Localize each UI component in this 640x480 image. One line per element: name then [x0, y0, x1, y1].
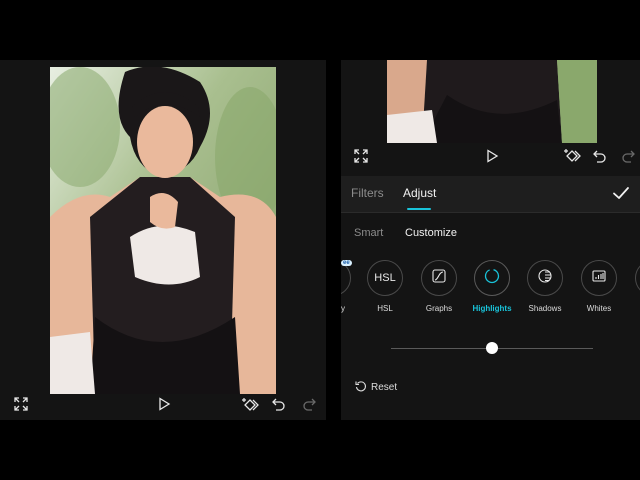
fullscreen-icon[interactable] [14, 397, 28, 411]
adjust-slider-thumb[interactable] [486, 342, 498, 354]
mode-customize[interactable]: Customize [405, 227, 457, 239]
active-tab-indicator [407, 208, 431, 210]
keyframe-icon[interactable] [563, 148, 581, 164]
undo-icon[interactable] [272, 397, 286, 411]
whites-icon [592, 269, 606, 288]
left-editor-panel [0, 60, 326, 420]
tool-label: y [341, 304, 345, 313]
tool-hsl[interactable]: HSL HSL [365, 260, 405, 313]
photo-canvas[interactable] [50, 67, 276, 394]
redo-icon[interactable] [621, 149, 635, 163]
play-icon[interactable] [157, 397, 171, 411]
tab-filters[interactable]: Filters [351, 186, 384, 200]
fullscreen-icon[interactable] [354, 149, 368, 163]
tool-label: Whites [586, 304, 612, 313]
tool-graphs[interactable]: Graphs [419, 260, 459, 313]
reset-button[interactable]: Reset [355, 380, 397, 395]
tool-shadows[interactable]: Shadows [525, 260, 565, 313]
tab-adjust[interactable]: Adjust [403, 186, 436, 200]
right-adjust-panel: Filters Adjust Smart Customize y ee HSL … [341, 60, 640, 420]
tool-partial[interactable]: y ee [341, 260, 353, 313]
tool-highlights[interactable]: Highlights [472, 260, 512, 313]
hsl-icon: HSL [374, 272, 396, 284]
mode-smart[interactable]: Smart [354, 227, 383, 239]
curve-graph-icon [432, 268, 446, 288]
shadows-icon [538, 268, 552, 288]
undo-icon[interactable] [593, 149, 607, 163]
tool-next-partial[interactable] [633, 260, 640, 296]
play-icon[interactable] [485, 149, 499, 163]
reset-icon [355, 380, 367, 395]
anime-character-image [50, 67, 276, 394]
highlights-icon [484, 268, 500, 289]
confirm-check-icon[interactable] [612, 184, 630, 202]
editor-tab-bar: Filters Adjust [341, 176, 640, 213]
tool-whites[interactable]: Whites [579, 260, 619, 313]
redo-icon[interactable] [302, 397, 316, 411]
reset-label: Reset [371, 382, 398, 393]
photo-preview[interactable] [387, 60, 597, 143]
free-badge: ee [341, 260, 352, 266]
anime-character-crop-image [387, 60, 597, 143]
keyframe-icon[interactable] [241, 397, 259, 413]
